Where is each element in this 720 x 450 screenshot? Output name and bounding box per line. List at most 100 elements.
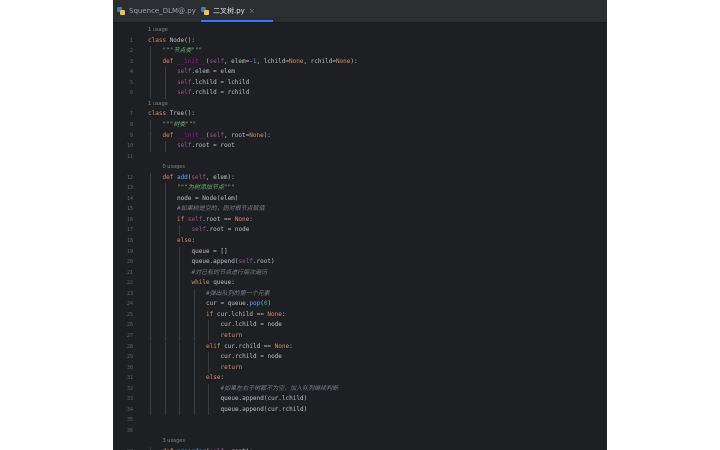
code-line[interactable]: 13 """为树添加节点""" xyxy=(113,183,607,193)
code-token: class xyxy=(148,36,170,44)
tab-binary-tree[interactable]: 二叉树.py × xyxy=(201,0,273,22)
indent-guide xyxy=(150,404,151,416)
indent-guide xyxy=(164,67,166,78)
code-line[interactable]: 28 elif cur.rchild == None: xyxy=(113,342,607,352)
usage-hint[interactable]: 1 usage xyxy=(148,101,168,107)
line-number: 27 xyxy=(126,332,133,339)
code-line[interactable]: 21 #对已有的节点进行层次遍历 xyxy=(113,268,607,278)
indent-guide xyxy=(208,352,209,363)
indent-guide xyxy=(164,309,166,321)
line-number: 7 xyxy=(129,111,133,118)
code-line[interactable]: 2 """节点类""" xyxy=(113,46,607,56)
line-number: 2 xyxy=(129,48,133,55)
indent-guide xyxy=(150,225,151,236)
code-line[interactable]: 7 class Tree(): xyxy=(113,109,607,119)
code-text: self.root = root xyxy=(177,141,235,151)
code-text: if self.root == None: xyxy=(177,215,253,225)
code-token: def xyxy=(162,173,177,181)
code-line[interactable]: 17 self.root = node xyxy=(113,225,607,235)
line-number: 25 xyxy=(126,311,133,318)
code-line[interactable]: 36 xyxy=(113,426,607,436)
indent-guide xyxy=(150,119,151,131)
code-line[interactable]: 11 xyxy=(113,152,607,162)
code-line[interactable]: 19 queue = [] xyxy=(113,247,607,257)
indent-guide xyxy=(164,373,166,384)
indent-guide xyxy=(150,257,151,268)
python-file-icon xyxy=(201,7,209,15)
code-token: class xyxy=(148,110,170,118)
code-line[interactable]: 18 else: xyxy=(113,236,607,246)
code-line[interactable]: 4 self.elem = elem xyxy=(113,67,607,77)
code-line[interactable]: 16 if self.root == None: xyxy=(113,215,607,225)
line-number: 35 xyxy=(126,417,133,424)
indent-guide xyxy=(164,141,166,152)
indent-guide xyxy=(150,183,151,194)
code-token: .rchild = rchild xyxy=(191,89,250,97)
code-text: queue.append(cur.rchild) xyxy=(221,405,308,415)
line-number: 24 xyxy=(126,301,133,308)
code-line[interactable]: 22 while queue: xyxy=(113,278,607,288)
indent-guide xyxy=(193,341,195,353)
code-line[interactable]: 23 #弹出队列的第一个元素 xyxy=(113,289,607,299)
code-line[interactable]: 20 queue.append(self.root) xyxy=(113,257,607,267)
indent-guide xyxy=(179,225,180,236)
code-token: , root= xyxy=(223,131,250,139)
code-token: , lchild= xyxy=(256,57,289,65)
indent-guide xyxy=(179,288,180,300)
code-line[interactable]: 27 return xyxy=(113,331,607,341)
code-line[interactable]: 8 """树类""" xyxy=(113,120,607,130)
code-token: None xyxy=(267,310,282,318)
code-token: self xyxy=(177,78,192,86)
code-token: __init__ xyxy=(176,131,206,139)
code-line[interactable]: 14 node = Node(elem) xyxy=(113,194,607,204)
code-line[interactable]: 10 self.root = root xyxy=(113,141,607,151)
code-token: node = Node(elem) xyxy=(177,194,239,202)
code-line[interactable]: 6 self.rchild = rchild xyxy=(113,88,607,98)
indent-guide xyxy=(193,330,195,342)
indent-guide xyxy=(179,404,180,416)
usage-hint[interactable]: 3 usages xyxy=(163,438,185,444)
indent-guide xyxy=(150,299,151,310)
code-line[interactable]: 35 xyxy=(113,415,607,425)
indent-guide xyxy=(164,362,166,374)
indent-guide xyxy=(208,330,209,342)
code-text: node = Node(elem) xyxy=(177,194,238,204)
code-line[interactable]: 32 #如果左右子树都不为空，加入队列继续判断 xyxy=(113,384,607,394)
indent-guide xyxy=(164,330,166,342)
code-token: (): xyxy=(184,110,195,118)
code-line[interactable]: 5 self.lchild = lchild xyxy=(113,78,607,88)
code-line[interactable]: 34 queue.append(cur.rchild) xyxy=(113,405,607,415)
code-token: .root = root xyxy=(191,142,235,150)
code-line[interactable]: 3 def __init__(self, elem=-1, lchild=None… xyxy=(113,57,607,67)
code-line[interactable]: 9 def __init__(self, root=None): xyxy=(113,131,607,141)
line-number: 3 xyxy=(129,58,133,65)
code-token: Node xyxy=(169,36,185,44)
code-line[interactable]: 24 cur = queue.pop(0) xyxy=(113,299,607,309)
usage-hint-line[interactable]: 3 usages xyxy=(113,436,607,446)
usage-hint-line[interactable]: 1 usage xyxy=(113,25,607,35)
code-line[interactable]: 1 class Node(): xyxy=(113,36,607,46)
code-line[interactable]: 31 else: xyxy=(113,373,607,383)
usage-hint-line[interactable]: 0 usages xyxy=(113,162,607,172)
usage-hint[interactable]: 0 usages xyxy=(163,164,185,170)
indent-guide xyxy=(150,67,151,78)
code-text: self.elem = elem xyxy=(177,67,235,77)
code-token: def xyxy=(162,131,177,139)
code-token: , elem): xyxy=(205,173,235,181)
code-line[interactable]: 12 def add(self, elem): xyxy=(113,173,607,183)
code-line[interactable]: 26 cur.lchild = node xyxy=(113,320,607,330)
code-editor[interactable]: Squence_DLM@.py 二叉树.py × 1 usage 1 class N… xyxy=(113,0,607,450)
code-text: """为树添加节点""" xyxy=(177,183,235,193)
usage-hint-line[interactable]: 1 usage xyxy=(113,99,607,109)
close-icon[interactable]: × xyxy=(249,7,255,15)
tab-squence-dlm[interactable]: Squence_DLM@.py xyxy=(117,0,197,22)
usage-hint[interactable]: 1 usage xyxy=(148,27,168,33)
code-line[interactable]: 30 return xyxy=(113,363,607,373)
code-text: def __init__(self, root=None): xyxy=(163,131,271,141)
code-line[interactable]: 25 if cur.lchild == None: xyxy=(113,310,607,320)
code-line[interactable]: 29 cur.rchild = node xyxy=(113,352,607,362)
code-line[interactable]: 33 queue.append(cur.lchild) xyxy=(113,394,607,404)
code-text: #对已有的节点进行层次遍历 xyxy=(192,268,268,278)
indent-guide xyxy=(150,309,151,321)
code-line[interactable]: 15 #如果树是空的，则对根节点赋值 xyxy=(113,204,607,214)
